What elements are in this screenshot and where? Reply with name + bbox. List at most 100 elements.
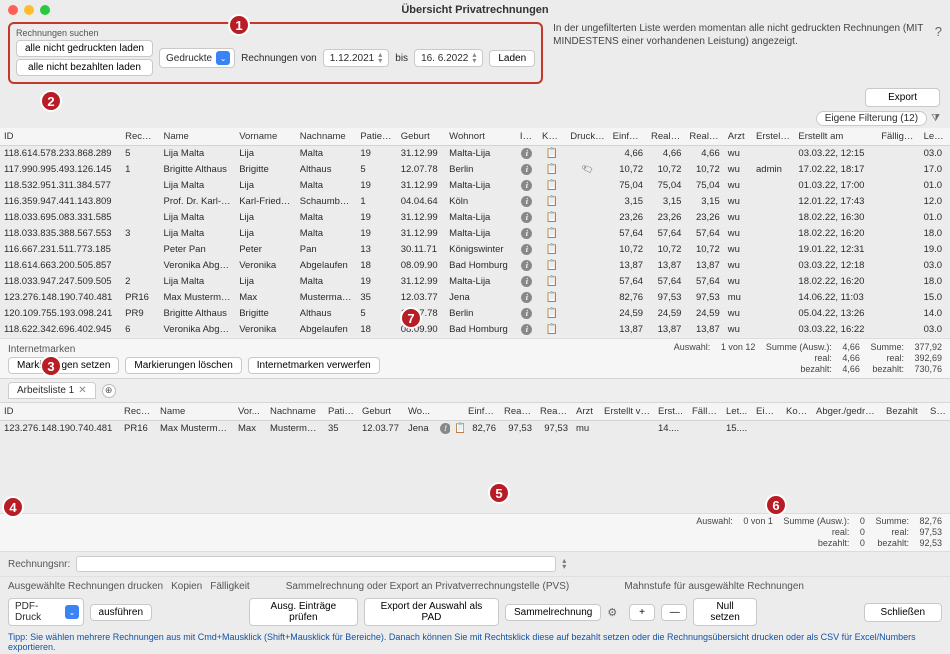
execute-button[interactable]: ausführen [90,604,152,621]
column-header[interactable]: Patie... [324,403,358,421]
table-row[interactable]: 118.033.947.247.509.5052Lija MaltaLijaMa… [0,274,950,290]
mahnstufe-null-button[interactable]: Null setzen [693,598,758,626]
column-header[interactable]: Fällig... [688,403,722,421]
column-header[interactable]: Vor... [234,403,266,421]
column-header[interactable]: Letzte... [920,128,950,146]
column-header[interactable]: Realb... [500,403,536,421]
column-header[interactable]: Erstellt am [794,128,877,146]
clipboard-icon[interactable]: 📋 [546,180,558,191]
clear-markers-button[interactable]: Markierungen löschen [125,357,241,374]
clipboard-icon[interactable]: 📋 [546,276,558,287]
column-header[interactable]: Wohnort [445,128,516,146]
load-unprinted-button[interactable]: alle nicht gedruckten laden [16,40,153,57]
worklist-tab[interactable]: Arbeitsliste 1 ✕ [8,382,96,399]
custom-filter-button[interactable]: Eigene Filterung (12) [816,111,927,126]
column-header[interactable]: Nachname [296,128,357,146]
export-button[interactable]: Export [865,88,940,107]
clipboard-icon[interactable]: 📋 [546,228,558,239]
info-icon[interactable]: i [521,228,532,239]
clipboard-icon[interactable]: 📋 [454,423,464,434]
stepper-icon[interactable]: ▴▾ [378,52,382,64]
column-header[interactable]: Geburt [358,403,404,421]
stepper-icon[interactable]: ▴▾ [562,558,566,570]
table-row[interactable]: 118.033.695.083.331.585Lija MaltaLijaMal… [0,210,950,226]
export-pad-button[interactable]: Export der Auswahl als PAD [364,598,499,626]
add-tab-button[interactable]: ⊕ [102,384,116,398]
info-icon[interactable]: i [521,276,532,287]
column-header[interactable]: Einfa... [464,403,500,421]
column-header[interactable]: Vorname [235,128,296,146]
column-header[interactable]: ID [0,403,120,421]
clipboard-icon[interactable]: 📋 [546,324,558,335]
column-header[interactable]: Kos... [782,403,812,421]
column-header[interactable]: Abger./gedruckt [812,403,882,421]
date-from-input[interactable]: 1.12.2021 ▴▾ [323,49,390,67]
column-header[interactable]: Let... [722,403,752,421]
table-row[interactable]: 116.667.231.511.773.185Peter PanPeterPan… [0,242,950,258]
column-header[interactable]: RealPl... [685,128,723,146]
clipboard-icon[interactable]: 📋 [546,244,558,255]
info-icon[interactable]: i [521,292,532,303]
clipboard-icon[interactable]: 📋 [546,308,558,319]
table-row[interactable]: 117.990.995.493.126.1451Brigitte Althaus… [0,162,950,178]
table-row[interactable]: 118.614.578.233.868.2895Lija MaltaLijaMa… [0,146,950,162]
date-to-input[interactable]: 16. 6.2022 ▴▾ [414,49,483,67]
load-unpaid-button[interactable]: alle nicht bezahlten laden [16,59,153,76]
load-button[interactable]: Laden [489,50,535,67]
close-button[interactable]: Schließen [864,603,942,622]
pdf-print-select[interactable]: PDF-Druck ⌄ [8,598,84,626]
column-header[interactable]: Fällig bis [877,128,919,146]
clipboard-icon[interactable]: 📋 [546,196,558,207]
mahnstufe-plus-button[interactable]: + [629,604,655,621]
info-icon[interactable]: i [521,244,532,255]
gear-icon[interactable]: ⚙ [607,606,617,619]
info-icon[interactable]: i [521,308,532,319]
funnel-icon[interactable]: ⧩ [931,113,940,124]
table-row[interactable]: 118.532.951.311.384.577Lija MaltaLijaMal… [0,178,950,194]
table-row[interactable]: 123.276.148.190.740.481PR16Max Musterman… [0,290,950,306]
clipboard-icon[interactable]: 📋 [546,292,558,303]
worklist-table[interactable]: IDRech...NameVor...NachnamePatie...Gebur… [0,403,950,513]
close-tab-icon[interactable]: ✕ [78,385,86,396]
table-row[interactable]: 120.109.755.193.098.241PR9Brigitte Altha… [0,306,950,322]
set-markers-button[interactable]: Markierungen setzen [8,357,119,374]
column-header[interactable]: Name [156,403,234,421]
column-header[interactable]: Rech... [120,403,156,421]
column-header[interactable]: Wo... [404,403,436,421]
column-header[interactable]: Nachname [266,403,324,421]
mahnstufe-minus-button[interactable]: — [661,604,687,621]
info-icon[interactable]: i [521,164,532,175]
column-header[interactable]: Einz... [752,403,782,421]
column-header[interactable]: ID [0,128,121,146]
column-header[interactable]: Erst... [654,403,688,421]
info-icon[interactable]: i [521,260,532,271]
column-header[interactable]: Rechn... [121,128,159,146]
table-row[interactable]: 123.276.148.190.740.481PR16Max Musterman… [0,421,950,437]
table-row[interactable]: 116.359.947.441.143.809Prof. Dr. Karl-Fr… [0,194,950,210]
column-header[interactable]: Erstellt von [600,403,654,421]
table-row[interactable]: 118.614.663.200.505.857Veronika Abgela..… [0,258,950,274]
invoice-number-input[interactable] [76,556,556,572]
collective-invoice-button[interactable]: Sammelrechnung [505,604,601,621]
column-header[interactable]: Name [160,128,236,146]
column-header[interactable]: Druckdatei [566,128,608,146]
clipboard-icon[interactable]: 📋 [546,164,558,175]
invoice-type-select[interactable]: Gedruckte ⌄ [159,48,235,68]
info-icon[interactable]: i [521,148,532,159]
warning-icon[interactable]: ! [440,423,450,434]
column-header[interactable]: RealP... [536,403,572,421]
column-header[interactable]: Erstellt... [752,128,794,146]
check-entries-button[interactable]: Ausg. Einträge prüfen [249,598,358,626]
clipboard-icon[interactable]: 📋 [546,148,558,159]
column-header[interactable]: Geburt [397,128,445,146]
column-header[interactable]: Einfac... [609,128,647,146]
column-header[interactable]: Bezahlt [882,403,926,421]
help-icon[interactable]: ? [935,24,942,39]
column-header[interactable] [450,403,464,421]
column-header[interactable]: Realbe... [647,128,685,146]
table-row[interactable]: 118.622.342.696.402.9456Veronika Abgela.… [0,322,950,338]
info-icon[interactable]: i [521,180,532,191]
clipboard-icon[interactable]: 📋 [546,260,558,271]
info-icon[interactable]: i [521,196,532,207]
column-header[interactable]: Info [516,128,538,146]
